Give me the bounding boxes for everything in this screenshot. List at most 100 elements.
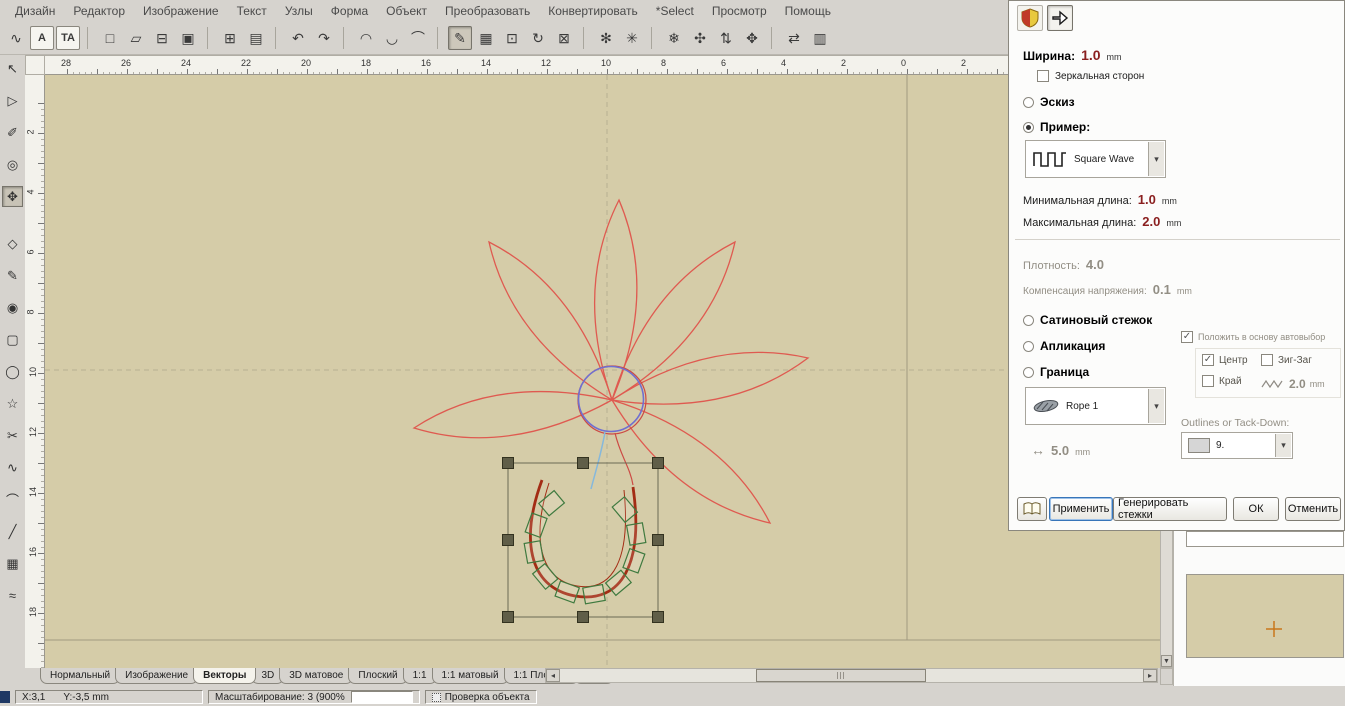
flower-outline[interactable] [414, 200, 808, 523]
selection-handle[interactable] [503, 612, 514, 623]
cut-tool-button[interactable]: ✂ [2, 425, 23, 446]
selection-handle[interactable] [578, 458, 589, 469]
border-option[interactable]: Граница [1023, 365, 1089, 379]
menu-view[interactable]: Просмотр [703, 1, 776, 21]
satin-radio[interactable] [1023, 315, 1034, 326]
selection-handle[interactable] [503, 458, 514, 469]
dropdown-arrow-icon[interactable]: ▾ [1275, 434, 1291, 457]
tab-vectors[interactable]: Векторы [193, 668, 256, 684]
rectangle-tool-button[interactable]: ▢ [2, 329, 23, 350]
marquee-tool-button[interactable]: ⊡ [500, 26, 524, 50]
selection-handle[interactable] [653, 612, 664, 623]
menu-object[interactable]: Объект [377, 1, 436, 21]
redraw-tool-button[interactable] [1047, 5, 1073, 31]
menu-editor[interactable]: Редактор [64, 1, 134, 21]
fill-color-tool-button[interactable] [1017, 5, 1043, 31]
library-button[interactable] [1017, 497, 1047, 521]
contract-tool-button[interactable]: ⇅ [714, 26, 738, 50]
mesh-tool-button[interactable]: ▦ [2, 553, 23, 574]
sample-radio[interactable] [1023, 122, 1034, 133]
import-design-button[interactable]: ⊟ [150, 26, 174, 50]
table-tool-button[interactable]: ▥ [808, 26, 832, 50]
arc-down-tool-button[interactable]: ◡ [380, 26, 404, 50]
select-tool-button[interactable]: ↖ [2, 58, 23, 79]
tab-image[interactable]: Изображение [115, 668, 198, 684]
max-length-value[interactable]: 2.0 [1142, 214, 1160, 229]
tab-one-one-matte[interactable]: 1:1 матовый [432, 668, 509, 684]
measure-tool-button[interactable]: ✐ [2, 122, 23, 143]
expand-tool-button[interactable]: ✥ [740, 26, 764, 50]
new-design-button[interactable]: □ [98, 26, 122, 50]
knife-tool-button[interactable]: ╱ [2, 521, 23, 542]
selection-handle[interactable] [578, 612, 589, 623]
menu-transform[interactable]: Преобразовать [436, 1, 539, 21]
rotate-tool-button[interactable]: ↻ [526, 26, 550, 50]
tab-flat[interactable]: Плоский [348, 668, 407, 684]
min-length-value[interactable]: 1.0 [1138, 192, 1156, 207]
menu-help[interactable]: Помощь [776, 1, 840, 21]
arc-tool-button[interactable]: ⌒ [2, 489, 23, 510]
align-tool-button[interactable]: ⇄ [782, 26, 806, 50]
redo-button[interactable]: ↷ [312, 26, 336, 50]
edge-checkbox[interactable] [1202, 375, 1214, 387]
menu-convert[interactable]: Конвертировать [539, 1, 647, 21]
applique-radio[interactable] [1023, 341, 1034, 352]
applique-option[interactable]: Апликация [1023, 339, 1105, 353]
menu-shape[interactable]: Форма [322, 1, 377, 21]
wave-tool-button[interactable]: ≈ [2, 585, 23, 606]
auto-select-option[interactable]: Положить в основу автовыбор [1181, 331, 1325, 343]
tab-3d-matte[interactable]: 3D матовое [279, 668, 353, 684]
zigzag-tool-button[interactable]: ∿ [2, 457, 23, 478]
satin-option[interactable]: Сатиновый стежок [1023, 313, 1152, 327]
design-canvas[interactable] [45, 75, 1160, 668]
wave-style-select[interactable]: Square Wave ▾ [1025, 140, 1166, 178]
selection-handle[interactable] [653, 535, 664, 546]
flower-pattern-tool-button[interactable]: ✻ [594, 26, 618, 50]
horizontal-scrollbar[interactable]: ◂ ▸ [545, 668, 1158, 683]
ok-button[interactable]: ОК [1233, 497, 1279, 521]
save-design-button[interactable]: ▣ [176, 26, 200, 50]
sample-option[interactable]: Пример: [1023, 120, 1090, 134]
arc-up-tool-button[interactable]: ◠ [354, 26, 378, 50]
outlines-select[interactable]: 9. ▾ [1181, 432, 1293, 459]
rope-style-select[interactable]: Rope 1 ▾ [1025, 387, 1166, 425]
open-design-button[interactable]: ▱ [124, 26, 148, 50]
text-art-tool-button[interactable]: TA [56, 26, 80, 50]
apply-button[interactable]: Применить [1049, 497, 1113, 521]
stitch-fill-tool-button[interactable]: ✎ [448, 26, 472, 50]
zigzag-option[interactable]: Зиг-Заг [1261, 354, 1312, 366]
zoom-input[interactable] [351, 691, 413, 703]
center-option[interactable]: Центр [1202, 354, 1248, 366]
menu-nodes[interactable]: Узлы [276, 1, 322, 21]
selection-handle[interactable] [503, 535, 514, 546]
preview-panel[interactable] [1186, 574, 1344, 658]
auto-select-checkbox[interactable] [1181, 331, 1193, 343]
mirror-option[interactable]: Зеркальная сторон [1037, 70, 1144, 82]
text-tool-button[interactable]: A [30, 26, 54, 50]
curve-tool-button[interactable]: ⌒ [406, 26, 430, 50]
polygon-tool-button[interactable]: ◇ [2, 233, 23, 254]
border-radio[interactable] [1023, 367, 1034, 378]
circle-tool-button[interactable]: ◯ [2, 361, 23, 382]
scroll-right-icon[interactable]: ▸ [1143, 669, 1157, 682]
node-select-tool-button[interactable]: ▷ [2, 90, 23, 111]
resize-tool-button[interactable]: ⊠ [552, 26, 576, 50]
paste-button[interactable]: ▤ [244, 26, 268, 50]
snowflake-pattern-tool-button[interactable]: ❄ [662, 26, 686, 50]
zigzag-checkbox[interactable] [1261, 354, 1273, 366]
freehand-tool-button[interactable]: ✎ [2, 265, 23, 286]
copy-button[interactable]: ⊞ [218, 26, 242, 50]
width-value[interactable]: 1.0 [1081, 47, 1100, 63]
sidebar-scrollbar[interactable] [1186, 531, 1344, 547]
center-checkbox[interactable] [1202, 354, 1214, 366]
cancel-button[interactable]: Отменить [1285, 497, 1341, 521]
star-tool-button[interactable]: ☆ [2, 393, 23, 414]
horizontal-scroll-thumb[interactable] [756, 669, 926, 682]
menu-text[interactable]: Текст [228, 1, 276, 21]
menu-image[interactable]: Изображение [134, 1, 228, 21]
scroll-down-icon[interactable]: ▼ [1161, 655, 1172, 667]
pan-tool-button[interactable]: ✥ [2, 186, 23, 207]
edge-option[interactable]: Край [1202, 375, 1242, 387]
sketch-radio[interactable] [1023, 97, 1034, 108]
dropdown-arrow-icon[interactable]: ▾ [1148, 142, 1164, 176]
